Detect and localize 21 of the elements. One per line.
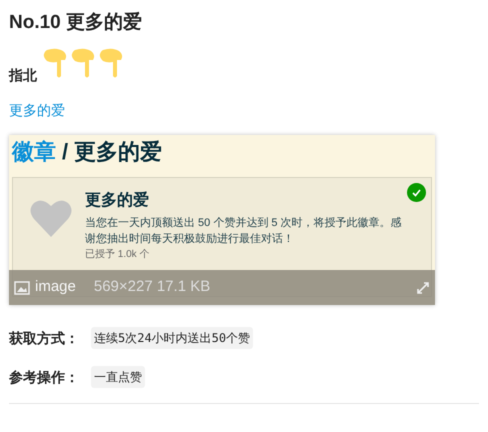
heart-icon bbox=[30, 199, 72, 237]
badge-description: 当您在一天内顶额送出 50 个赞并达到 5 次时，将授予此徽章。感谢您抽出时间每天积极鼓励进行最佳对话！ bbox=[85, 216, 403, 247]
breadcrumb-link[interactable]: 徽章 bbox=[12, 137, 56, 167]
badge-name: 更多的爱 bbox=[85, 190, 150, 211]
field-value: 一直点赞 bbox=[91, 366, 145, 388]
field-label: 参考操作： bbox=[9, 368, 79, 386]
expand-icon[interactable] bbox=[416, 280, 430, 294]
granted-count: 已授予 1.0k 个 bbox=[85, 249, 150, 261]
field-value: 连续5次24小时内送出50个赞 bbox=[91, 327, 254, 349]
breadcrumb-separator: / bbox=[62, 138, 68, 166]
image-icon bbox=[14, 280, 30, 294]
guide-label: 指北 bbox=[9, 66, 37, 85]
breadcrumb-current: 更多的爱 bbox=[74, 138, 162, 166]
image-size-info: 569×227 17.1 KB bbox=[94, 277, 210, 298]
page-title: No.10 更多的爱 bbox=[9, 10, 144, 35]
field-label: 获取方式： bbox=[9, 328, 79, 348]
pointing-hand-icon bbox=[99, 48, 125, 80]
pointing-hand-icon bbox=[71, 48, 97, 80]
badge-link[interactable]: 更多的爱 bbox=[9, 100, 65, 121]
pointing-hand-icon bbox=[43, 48, 69, 80]
image-label: image bbox=[35, 277, 76, 298]
